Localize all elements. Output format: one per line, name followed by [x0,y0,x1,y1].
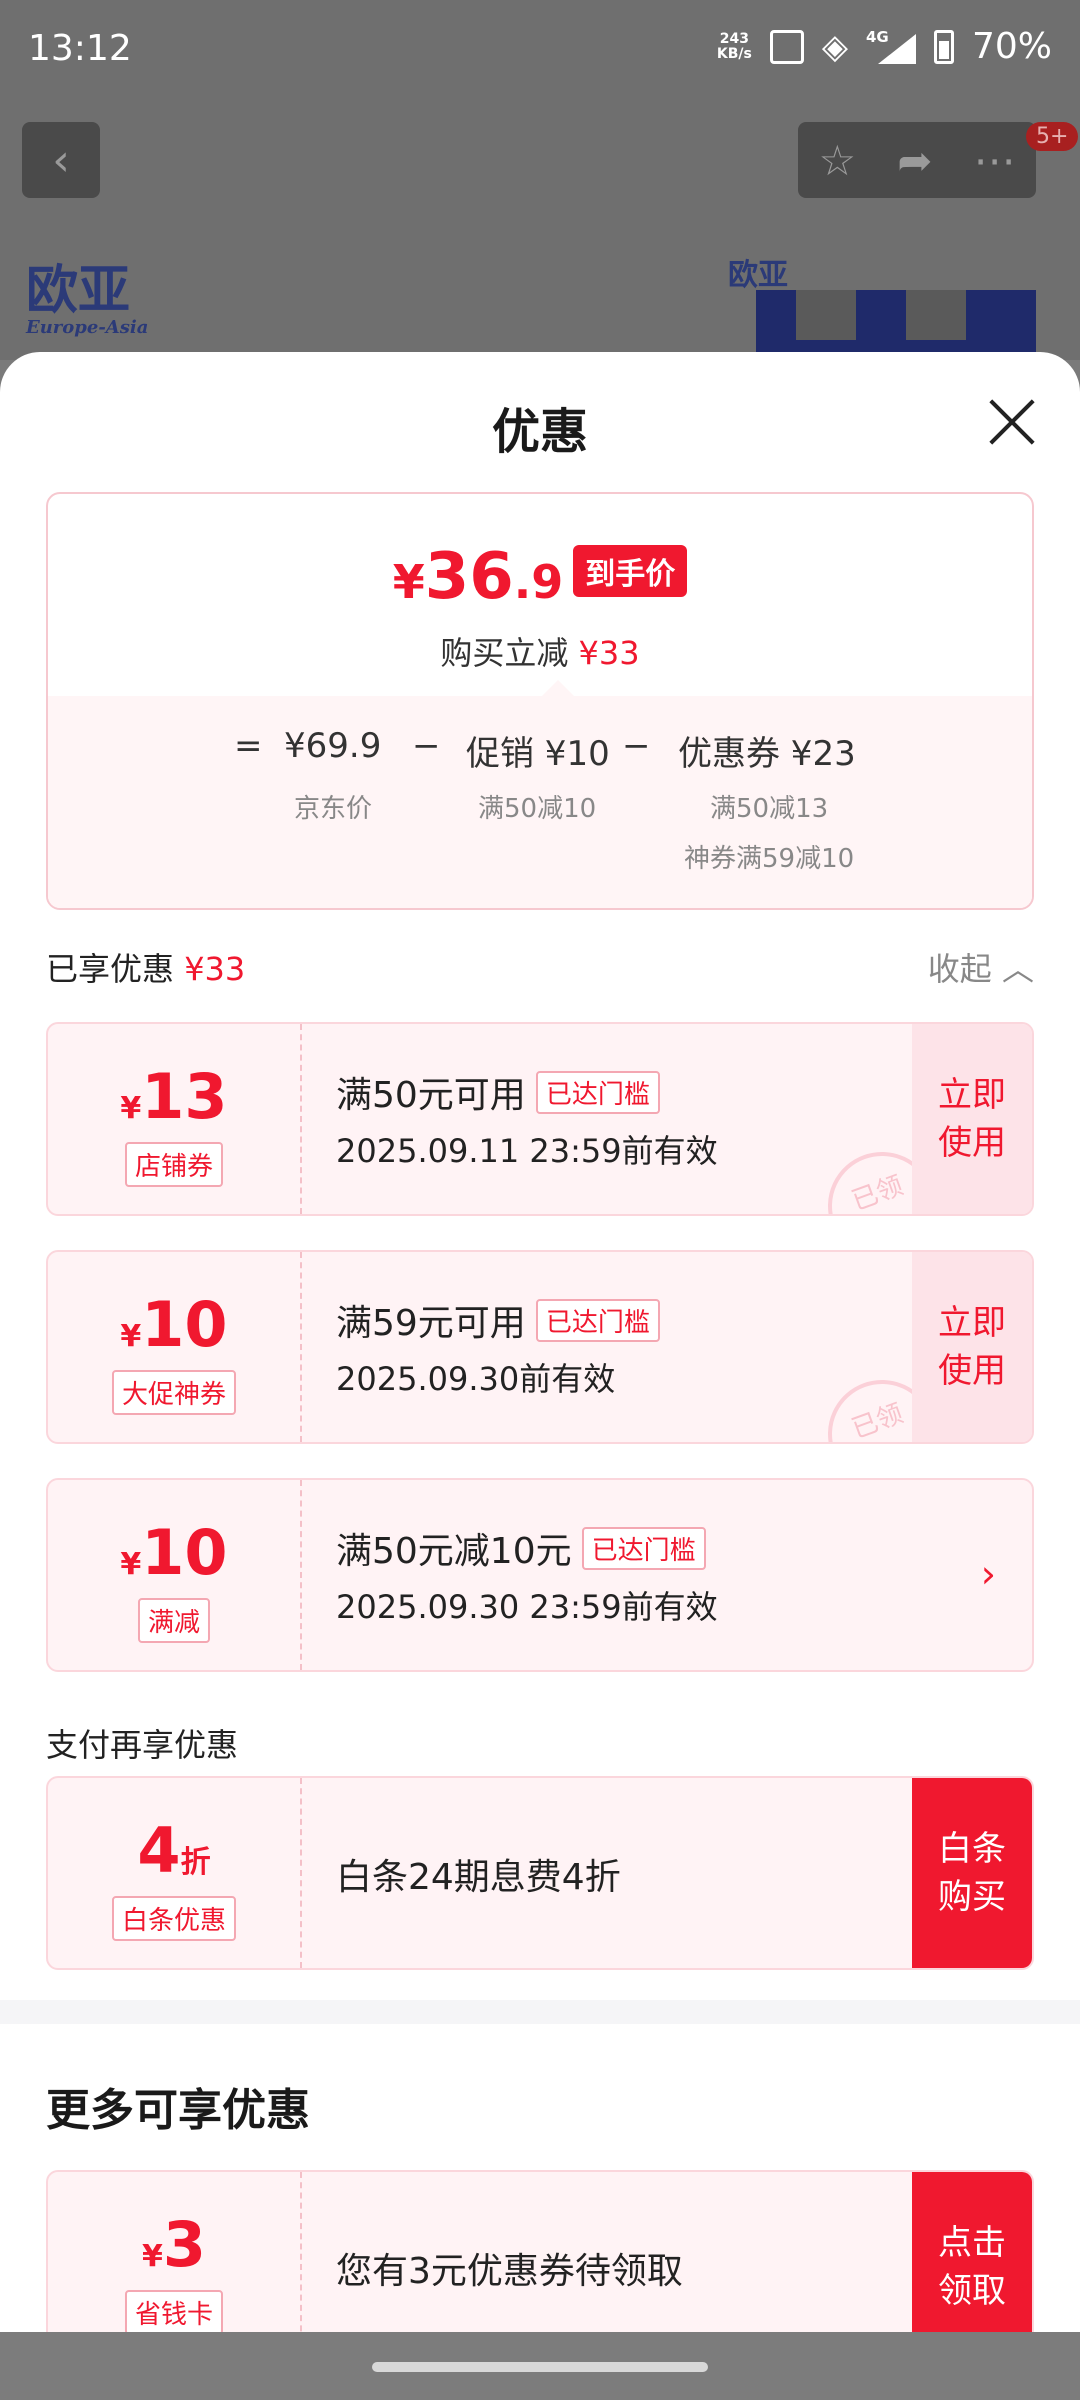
coupon-divider [300,1024,302,1214]
base-price-label: 京东价 [294,794,373,824]
battery-level: 70% [971,26,1052,67]
share-icon[interactable]: ➦ [897,136,932,185]
coupon-card-promo[interactable]: ¥10 大促神券 满59元可用 已达门槛 2025.09.30前有效 已领 立即… [46,1250,1034,1444]
promo-amount: 促销 ¥10 [466,734,610,774]
coupon-type-tag: 省钱卡 [124,2290,224,2332]
coupon-divider [300,1778,302,1968]
baitiao-text: 白条24期息费4折 [336,1857,621,1898]
collapse-button[interactable]: 收起 ︿ [928,944,1034,990]
coupon-amount: 优惠券 ¥23 [678,734,856,774]
coupon-divider [300,2172,302,2332]
price-reduction: 购买立减 ¥33 [440,634,640,672]
baitiao-buy-button[interactable]: 白条 购买 [912,1778,1032,1968]
coupon-label-2: 神券满59减10 [684,844,855,874]
coupon-label-1: 满50减13 [710,794,829,824]
brand-logo: 欧亚 Europe-Asia [26,260,149,338]
sheet-title: 优惠 [491,404,588,460]
pay-section-label: 支付再享优惠 [46,1726,239,1764]
status-icons: 243 KB/s ◈ 4G 70% [717,26,1052,67]
star-icon[interactable]: ☆ [819,136,857,185]
coupon-validity: 2025.09.30前有效 [336,1360,616,1398]
chevron-up-icon: ︿ [1001,950,1034,988]
use-now-button[interactable]: 立即 使用 [912,1024,1032,1214]
enjoyed-label: 已享优惠 ¥33 [46,950,246,988]
back-button[interactable]: ‹ [22,122,100,198]
battery-icon [933,29,954,64]
coupon-divider [300,1480,302,1670]
final-price-tag: 到手价 [573,545,688,597]
coupon-card-store[interactable]: ¥13 店铺券 满50元可用 已达门槛 2025.09.11 23:59前有效 … [46,1022,1034,1216]
coupon-divider [300,1252,302,1442]
status-bar: 13:12 243 KB/s ◈ 4G 70% [0,0,1080,100]
minus-sign: − [412,726,441,766]
threshold-badge: 已达门槛 [535,1298,660,1342]
baitiao-card[interactable]: 4折 白条优惠 白条24期息费4折 白条 购买 [46,1776,1034,1970]
price-card: ¥36.9 到手价 购买立减 ¥33 = ¥69.9 − 促销 ¥10 − 优惠券… [46,492,1034,910]
chevron-left-icon: ‹ [52,134,70,186]
page-actions: ☆ ➦ ⋯ [798,122,1036,198]
savings-text: 您有3元优惠券待领取 [336,2251,683,2292]
equals-sign: = [234,726,263,766]
coupon-type-tag: 大促神券 [111,1370,237,1415]
coupon-type-tag: 满减 [137,1598,211,1643]
coupon-condition: 满50元可用 [336,1075,526,1116]
home-gesture-handle[interactable] [372,2362,708,2372]
coupon-validity: 2025.09.11 23:59前有效 [336,1132,718,1170]
wifi-icon: ◈ [821,26,848,67]
section-separator [0,2000,1080,2024]
nfc-icon [769,29,804,64]
final-price: ¥36.9 到手价 [48,540,1032,614]
navigation-bar [0,2332,1080,2400]
threshold-badge: 已达门槛 [581,1526,706,1570]
close-icon[interactable] [988,398,1036,446]
more-icon[interactable]: ⋯ [973,136,1015,185]
minus-sign-2: − [622,726,651,766]
coupon-type-tag: 白条优惠 [111,1896,237,1941]
threshold-badge: 已达门槛 [535,1070,660,1114]
coupon-card-full-reduction[interactable]: ¥10 满减 满50元减10元 已达门槛 2025.09.30 23:59前有效… [46,1478,1034,1672]
signal-icon: 4G [866,29,916,64]
use-now-button[interactable]: 立即 使用 [912,1252,1032,1442]
chevron-right-icon[interactable]: › [981,1552,996,1596]
coupon-validity: 2025.09.30 23:59前有效 [336,1588,718,1626]
net-speed: 243 KB/s [716,30,752,62]
base-price: ¥69.9 [284,726,382,766]
coupon-condition: 满50元减10元 [336,1531,572,1572]
coupon-condition: 满59元可用 [336,1303,526,1344]
more-offers-title: 更多可享优惠 [46,2085,310,2136]
brand-logo-small: 欧亚 [728,258,788,293]
claim-button[interactable]: 点击 领取 [912,2172,1032,2332]
status-time: 13:12 [28,28,132,69]
savings-card[interactable]: ¥3 省钱卡 您有3元优惠券待领取 点击 领取 [46,2170,1034,2332]
promo-label: 满50减10 [478,794,597,824]
price-breakdown: = ¥69.9 − 促销 ¥10 − 优惠券 ¥23 京东价 满50减10 满5… [48,680,1032,908]
coupon-type-tag: 店铺券 [124,1142,224,1187]
message-badge: 5+ [1026,122,1079,151]
discount-sheet: 优惠 ¥36.9 到手价 购买立减 ¥33 = ¥69.9 − 促销 ¥10 − … [0,352,1080,2332]
